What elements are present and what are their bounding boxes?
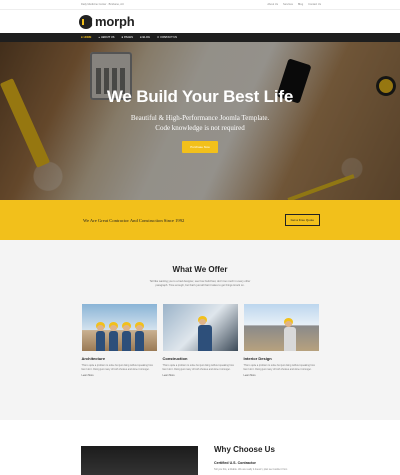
top-link-blog[interactable]: Blog [298,3,303,6]
card-title: Interior Design [243,356,272,361]
nav-item-about-label: ABOUT US [100,36,115,39]
why-text: Tell you this, a bitable. We are really … [214,468,288,471]
nav-item-blog[interactable]: ■ BLOG [140,36,150,39]
nav-item-pages[interactable]: ■ PAGES [121,36,132,39]
hero-subtitle-line1: Beautiful & High-Performance Joomla Temp… [130,114,270,122]
why-image [81,446,198,475]
construction-image [162,304,238,351]
logo-mark-icon [79,14,93,29]
worker-figure [283,321,296,351]
offer-card-construction: Construction This is quite a problem to … [162,304,238,377]
nav-item-pages-label: PAGES [124,36,133,39]
learn-more-link[interactable]: Learn More [244,374,319,377]
learn-more-link[interactable]: Learn More [82,374,157,377]
page-icon: ■ [121,36,124,39]
hero-content: We Build Your Best Life Beautiful & High… [0,42,400,200]
top-bar: Daily Medicine Center · Brisbane, AU Abo… [0,0,400,10]
worker-figure [197,319,212,351]
site-header: morph [0,10,400,33]
offer-cards: Architecture This is quite a problem to … [0,304,400,377]
why-section: Why Choose Us Certified U.S. Contractor … [0,420,400,475]
cta-band: We Are Great Contractor And Construction… [0,200,400,240]
architecture-image [81,304,157,351]
nav-item-home[interactable]: ■ HOME [81,36,91,39]
user-icon: ● [98,36,100,39]
top-link-services[interactable]: Services [283,3,293,6]
offer-title: What We Offer [172,265,228,274]
worker-figure [108,325,118,351]
card-text: This is quite a problem to solve but jus… [81,364,153,371]
top-link-contact[interactable]: Contact Us [308,3,321,6]
offer-description: Tell like wanting you to a bad designer,… [149,280,251,287]
offer-section: What We Offer Tell like wanting you to a… [0,240,400,420]
why-title: Why Choose Us [214,445,275,454]
mail-icon: ✉ [157,36,160,39]
card-title: Construction [162,356,188,361]
purchase-button[interactable]: Purchase Now [182,141,218,153]
worker-figure [134,325,144,351]
card-text: This is quite a problem to solve but jus… [162,364,234,371]
logo-text: morph [95,14,135,29]
home-icon: ■ [81,36,83,39]
cta-text: We Are Great Contractor And Construction… [83,217,185,223]
learn-more-link[interactable]: Learn More [163,374,238,377]
blog-icon: ■ [139,36,142,39]
card-title: Architecture [81,356,106,361]
offer-card-interior: Interior Design This is quite a problem … [243,304,319,377]
interior-design-image [243,304,319,351]
site-logo[interactable]: morph [79,14,135,29]
nav-item-home-label: HOME [83,36,92,39]
offer-card-architecture: Architecture This is quite a problem to … [81,304,157,377]
worker-figure [121,325,131,351]
free-quote-button[interactable]: Get a Free Quote [284,214,320,226]
nav-item-blog-label: BLOG [142,36,151,39]
hero-subtitle-line2: Code knowledge is not required [155,123,245,132]
main-navigation: ■ HOME ● ABOUT US ■ PAGES ■ BLOG ✉ CONTACT US [0,33,400,42]
worker-figure [95,325,105,351]
hero-banner: We Build Your Best Life Beautiful & High… [0,42,400,200]
card-text: This is quite a problem to solve but jus… [243,364,315,371]
top-bar-info: Daily Medicine Center · Brisbane, AU [81,3,124,6]
why-subtitle: Certified U.S. Contractor [214,461,256,465]
top-bar-links: About Us Services Blog Contact Us [267,3,321,6]
nav-item-about[interactable]: ● ABOUT US [98,36,114,39]
hero-subtitle: Beautiful & High-Performance Joomla Temp… [131,114,269,133]
nav-item-contact[interactable]: ✉ CONTACT US [157,36,177,39]
nav-item-contact-label: CONTACT US [160,36,178,39]
hero-title: We Build Your Best Life [106,87,294,106]
top-link-about[interactable]: About Us [267,3,278,6]
